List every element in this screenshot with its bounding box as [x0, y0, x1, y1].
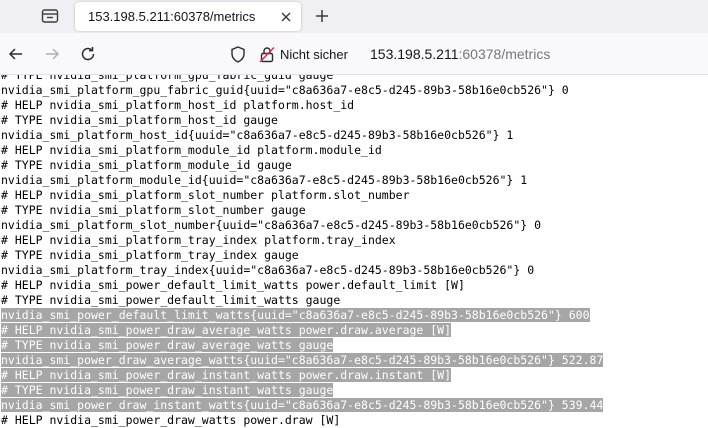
- metrics-line: nvidia_smi_power_draw_instant_watts{uuid…: [1, 398, 604, 413]
- reload-button[interactable]: [78, 44, 98, 64]
- reload-icon: [81, 47, 95, 61]
- metrics-line: # TYPE nvidia_smi_platform_host_id gauge: [1, 113, 603, 128]
- metrics-line-text: nvidia_smi_platform_tray_index{uuid="c8a…: [1, 263, 535, 277]
- metrics-line-text: # HELP nvidia_smi_platform_slot_number p…: [1, 188, 410, 202]
- metrics-line: # HELP nvidia_smi_platform_module_id pla…: [1, 143, 603, 158]
- metrics-line-text: # HELP nvidia_smi_power_default_limit_wa…: [1, 278, 465, 292]
- metrics-line-text: # TYPE nvidia_smi_platform_tray_index ga…: [1, 248, 299, 262]
- tab-list-icon: [41, 9, 59, 23]
- forward-button[interactable]: [42, 44, 62, 64]
- url-path: :60378/metrics: [458, 46, 551, 62]
- tab-metrics[interactable]: 153.198.5.211:60378/metrics: [75, 2, 301, 31]
- metrics-line: # TYPE nvidia_smi_power_draw_instant_wat…: [1, 383, 603, 398]
- url-bar[interactable]: 153.198.5.211:60378/metrics: [370, 46, 550, 62]
- arrow-right-icon: [46, 48, 60, 60]
- metrics-line-text: # HELP nvidia_smi_power_draw_watts power…: [1, 413, 341, 427]
- metrics-line-text: # HELP nvidia_smi_platform_module_id pla…: [1, 143, 382, 157]
- metrics-line-text: # HELP nvidia_smi_power_draw_average_wat…: [1, 323, 452, 337]
- tab-strip: 153.198.5.211:60378/metrics: [0, 0, 708, 33]
- metrics-line: # HELP nvidia_smi_platform_slot_number p…: [1, 188, 603, 203]
- broken-lock-icon: [259, 46, 275, 63]
- metrics-line-text: # TYPE nvidia_smi_platform_slot_number g…: [1, 203, 306, 217]
- shield-icon: [231, 45, 245, 63]
- metrics-line-text: # TYPE nvidia_smi_power_draw_average_wat…: [1, 338, 334, 352]
- metrics-line-text: # TYPE nvidia_smi_platform_host_id gauge: [1, 113, 278, 127]
- metrics-line-text: # HELP nvidia_smi_power_draw_instant_wat…: [1, 368, 452, 382]
- metrics-line: nvidia_smi_power_default_limit_watts{uui…: [1, 308, 603, 323]
- metrics-line-text: # TYPE nvidia_smi_platform_module_id gau…: [1, 158, 292, 172]
- page-content: # TYPE nvidia_smi_platform_gpu_fabric_gu…: [0, 75, 708, 428]
- metrics-line: # HELP nvidia_smi_platform_tray_index pl…: [1, 233, 603, 248]
- metrics-line: nvidia_smi_platform_module_id{uuid="c8a6…: [1, 173, 603, 188]
- site-security-indicator[interactable]: Nicht sicher: [253, 41, 354, 67]
- security-label: Nicht sicher: [280, 46, 348, 62]
- metrics-line: # HELP nvidia_smi_platform_host_id platf…: [1, 98, 603, 113]
- metrics-line-text: # TYPE nvidia_smi_power_default_limit_wa…: [1, 293, 341, 307]
- url-host: 153.198.5.211: [370, 46, 459, 62]
- metrics-line-text: nvidia_smi_power_draw_average_watts{uuid…: [1, 353, 604, 367]
- metrics-line-text: nvidia_smi_platform_module_id{uuid="c8a6…: [1, 173, 528, 187]
- tab-close-button[interactable]: [278, 9, 294, 25]
- arrow-left-icon: [8, 48, 22, 60]
- metrics-line-text: nvidia_smi_platform_slot_number{uuid="c8…: [1, 218, 542, 232]
- metrics-line: nvidia_smi_platform_host_id{uuid="c8a636…: [1, 128, 603, 143]
- metrics-line: # TYPE nvidia_smi_platform_tray_index ga…: [1, 248, 603, 263]
- navigation-bar: Nicht sicher 153.198.5.211:60378/metrics: [0, 33, 708, 75]
- metrics-line: # HELP nvidia_smi_power_draw_watts power…: [1, 413, 603, 428]
- new-tab-button[interactable]: [311, 5, 333, 27]
- metrics-line: # HELP nvidia_smi_power_default_limit_wa…: [1, 278, 603, 293]
- metrics-line: # TYPE nvidia_smi_platform_slot_number g…: [1, 203, 603, 218]
- tab-title: 153.198.5.211:60378/metrics: [88, 9, 256, 24]
- metrics-line-text: nvidia_smi_platform_gpu_fabric_guid{uuid…: [1, 83, 569, 97]
- metrics-line: # TYPE nvidia_smi_platform_gpu_fabric_gu…: [1, 75, 603, 83]
- metrics-text: # TYPE nvidia_smi_platform_gpu_fabric_gu…: [1, 75, 604, 428]
- metrics-line: # HELP nvidia_smi_power_draw_instant_wat…: [1, 368, 603, 383]
- metrics-line: # HELP nvidia_smi_power_draw_average_wat…: [1, 323, 603, 338]
- metrics-line-text: nvidia_smi_power_default_limit_watts{uui…: [1, 308, 590, 322]
- metrics-line-text: # HELP nvidia_smi_platform_host_id platf…: [1, 98, 355, 112]
- metrics-line-text: # TYPE nvidia_smi_platform_gpu_fabric_gu…: [1, 75, 334, 82]
- metrics-line: nvidia_smi_platform_slot_number{uuid="c8…: [1, 218, 603, 233]
- close-icon: [281, 12, 291, 22]
- tracking-protection-button[interactable]: [229, 45, 247, 63]
- tab-list-button[interactable]: [38, 5, 62, 27]
- back-button[interactable]: [6, 44, 26, 64]
- plus-icon: [316, 10, 328, 22]
- metrics-line-text: nvidia_smi_platform_host_id{uuid="c8a636…: [1, 128, 514, 142]
- metrics-line: # TYPE nvidia_smi_power_draw_average_wat…: [1, 338, 603, 353]
- metrics-line: # TYPE nvidia_smi_power_default_limit_wa…: [1, 293, 603, 308]
- metrics-line: nvidia_smi_platform_tray_index{uuid="c8a…: [1, 263, 603, 278]
- metrics-line-text: nvidia_smi_power_draw_instant_watts{uuid…: [1, 398, 604, 412]
- metrics-line: nvidia_smi_platform_gpu_fabric_guid{uuid…: [1, 83, 603, 98]
- metrics-line-text: # HELP nvidia_smi_platform_tray_index pl…: [1, 233, 396, 247]
- metrics-line-text: # TYPE nvidia_smi_power_draw_instant_wat…: [1, 383, 334, 397]
- metrics-line: # TYPE nvidia_smi_platform_module_id gau…: [1, 158, 603, 173]
- metrics-line: nvidia_smi_power_draw_average_watts{uuid…: [1, 353, 604, 368]
